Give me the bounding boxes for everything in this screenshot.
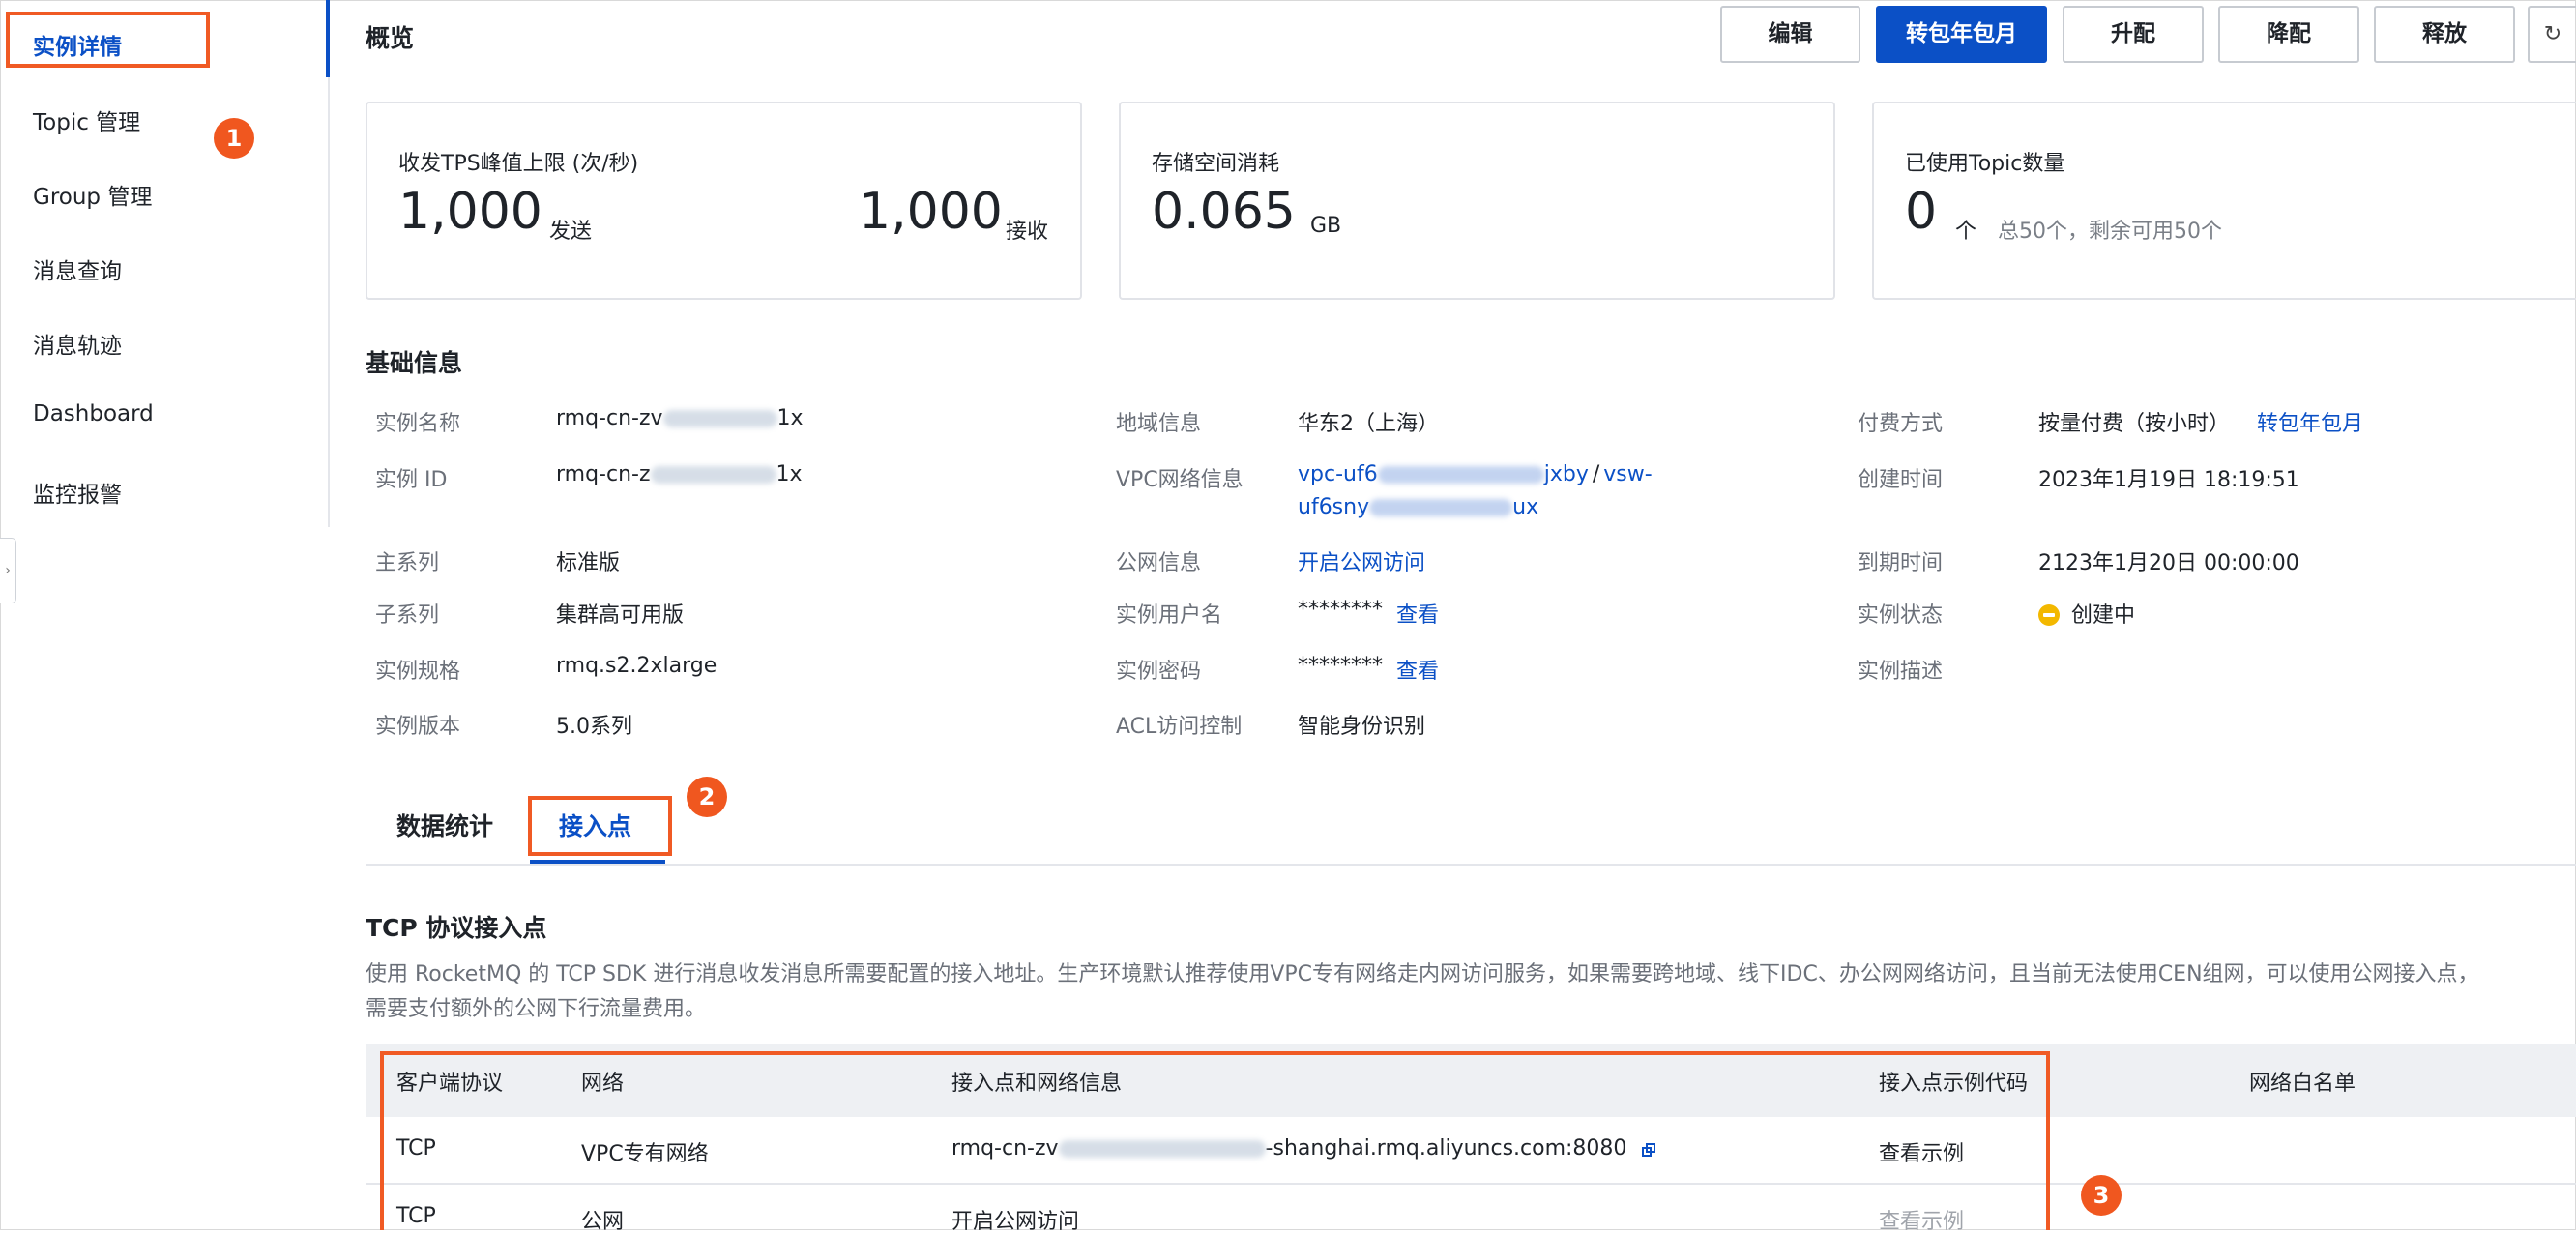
release-button[interactable]: 释放 — [2374, 6, 2515, 63]
instance-name-value: rmq-cn-zv 1x — [556, 406, 804, 430]
enable-public-access-link[interactable]: 开启公网访问 — [1298, 545, 1425, 576]
billing-label: 付费方式 — [1858, 412, 1944, 436]
instance-id-label: 实例 ID — [375, 468, 448, 492]
spec-value: rmq.s2.2xlarge — [556, 654, 717, 678]
redacted-mask — [662, 410, 777, 427]
column-header-whitelist: 网络白名单 — [2249, 1072, 2356, 1096]
sidebar-item-monitoring[interactable]: 监控报警 — [33, 476, 122, 509]
tps-recv-value: 1,000 — [859, 183, 1003, 241]
refresh-icon[interactable]: ↻ — [2528, 6, 2576, 63]
tps-send-value: 1,000 — [398, 183, 542, 241]
status-label: 实例状态 — [1858, 603, 1944, 628]
username-label: 实例用户名 — [1116, 603, 1223, 628]
acl-value: 智能身份识别 — [1298, 715, 1426, 739]
step-badge-2: 2 — [687, 777, 727, 817]
username-value: ******** — [1298, 598, 1383, 622]
sidebar-item-instance-details[interactable]: 实例详情 — [33, 28, 122, 61]
active-indicator-bar — [326, 0, 330, 77]
tcp-endpoints-title: TCP 协议接入点 — [366, 914, 547, 942]
expire-value: 2123年1月20日 00:00:00 — [2038, 551, 2299, 575]
topics-label: 已使用Topic数量 — [1905, 152, 2065, 176]
basic-info-title: 基础信息 — [366, 349, 463, 377]
convert-subscription-link[interactable]: 转包年包月 — [2257, 406, 2363, 437]
status-value: 创建中 — [2038, 598, 2135, 629]
tps-card: 收发TPS峰值上限 (次/秒) 1,000 发送 1,000 接收 — [366, 102, 1082, 300]
vpc-link[interactable]: vpc-uf6 jxby — [1298, 462, 1589, 486]
upgrade-button[interactable]: 升配 — [2063, 6, 2204, 63]
password-value: ******** — [1298, 654, 1383, 678]
sidebar-item-dashboard[interactable]: Dashboard — [33, 401, 154, 426]
sidebar-item-group[interactable]: Group 管理 — [33, 178, 152, 211]
topics-unit: 个 — [1955, 220, 1977, 244]
version-label: 实例版本 — [375, 715, 461, 739]
sub-series-label: 子系列 — [375, 603, 440, 628]
step-badge-1: 1 — [214, 118, 254, 159]
tab-highlight-box — [528, 796, 672, 856]
page-title: 概览 — [366, 24, 415, 52]
vsw-value-line2[interactable]: uf6sny ux — [1298, 495, 1538, 519]
tabs-divider — [366, 864, 2576, 866]
sidebar-item-topic[interactable]: Topic 管理 — [33, 103, 140, 136]
billing-value: 按量付费（按小时） — [2038, 412, 2231, 436]
tps-label: 收发TPS峰值上限 (次/秒) — [398, 152, 639, 176]
series-value: 标准版 — [556, 551, 621, 575]
created-value: 2023年1月19日 18:19:51 — [2038, 468, 2299, 492]
acl-label: ACL访问控制 — [1116, 715, 1243, 739]
creating-status-icon — [2038, 604, 2060, 626]
created-label: 创建时间 — [1858, 468, 1944, 492]
tcp-description: 使用 RocketMQ 的 TCP SDK 进行消息收发消息所需要配置的接入地址… — [366, 962, 2479, 1021]
table-highlight-box-wide — [380, 1051, 2050, 1230]
public-label: 公网信息 — [1116, 551, 1202, 575]
vpc-label: VPC网络信息 — [1116, 468, 1244, 492]
view-username-link[interactable]: 查看 — [1396, 598, 1439, 629]
edit-button[interactable]: 编辑 — [1720, 6, 1860, 63]
storage-unit: GB — [1310, 214, 1342, 238]
password-label: 实例密码 — [1116, 660, 1202, 684]
sidebar-item-message-query[interactable]: 消息查询 — [33, 252, 122, 285]
downgrade-button[interactable]: 降配 — [2218, 6, 2359, 63]
topics-value: 0 — [1905, 183, 1938, 241]
topics-note: 总50个，剩余可用50个 — [1998, 220, 2222, 244]
region-label: 地域信息 — [1116, 412, 1202, 436]
sidebar: 实例详情 Topic 管理 Group 管理 消息查询 消息轨迹 Dashboa… — [0, 0, 330, 527]
instance-name-label: 实例名称 — [375, 412, 461, 436]
sidebar-item-message-trace[interactable]: 消息轨迹 — [33, 327, 122, 360]
description-label: 实例描述 — [1858, 660, 1944, 684]
version-value: 5.0系列 — [556, 715, 632, 739]
instance-id-value: rmq-cn-z 1x — [556, 462, 803, 486]
series-label: 主系列 — [375, 551, 440, 575]
storage-card: 存储空间消耗 0.065 GB — [1119, 102, 1835, 300]
redacted-mask — [650, 466, 776, 484]
tab-active-underline — [530, 860, 665, 864]
step-badge-3: 3 — [2081, 1175, 2122, 1216]
storage-value: 0.065 — [1152, 183, 1296, 241]
vsw-link[interactable]: vsw- — [1603, 462, 1652, 486]
convert-subscription-button[interactable]: 转包年包月 — [1876, 6, 2047, 63]
sidebar-toggle-icon[interactable]: › — [0, 538, 16, 603]
vpc-value: vpc-uf6 jxby / vsw- — [1298, 462, 1653, 486]
sub-series-value: 集群高可用版 — [556, 603, 685, 628]
expire-label: 到期时间 — [1858, 551, 1944, 575]
tps-recv-unit: 接收 — [1006, 220, 1049, 244]
redacted-mask — [1369, 499, 1513, 516]
region-value: 华东2（上海） — [1298, 412, 1439, 436]
view-password-link[interactable]: 查看 — [1396, 654, 1439, 685]
spec-label: 实例规格 — [375, 660, 461, 684]
tab-data-statistics[interactable]: 数据统计 — [396, 808, 493, 842]
storage-label: 存储空间消耗 — [1152, 152, 1280, 176]
topics-card: 已使用Topic数量 0 个 总50个，剩余可用50个 — [1872, 102, 2576, 300]
tps-send-unit: 发送 — [549, 220, 593, 244]
redacted-mask — [1377, 466, 1544, 484]
